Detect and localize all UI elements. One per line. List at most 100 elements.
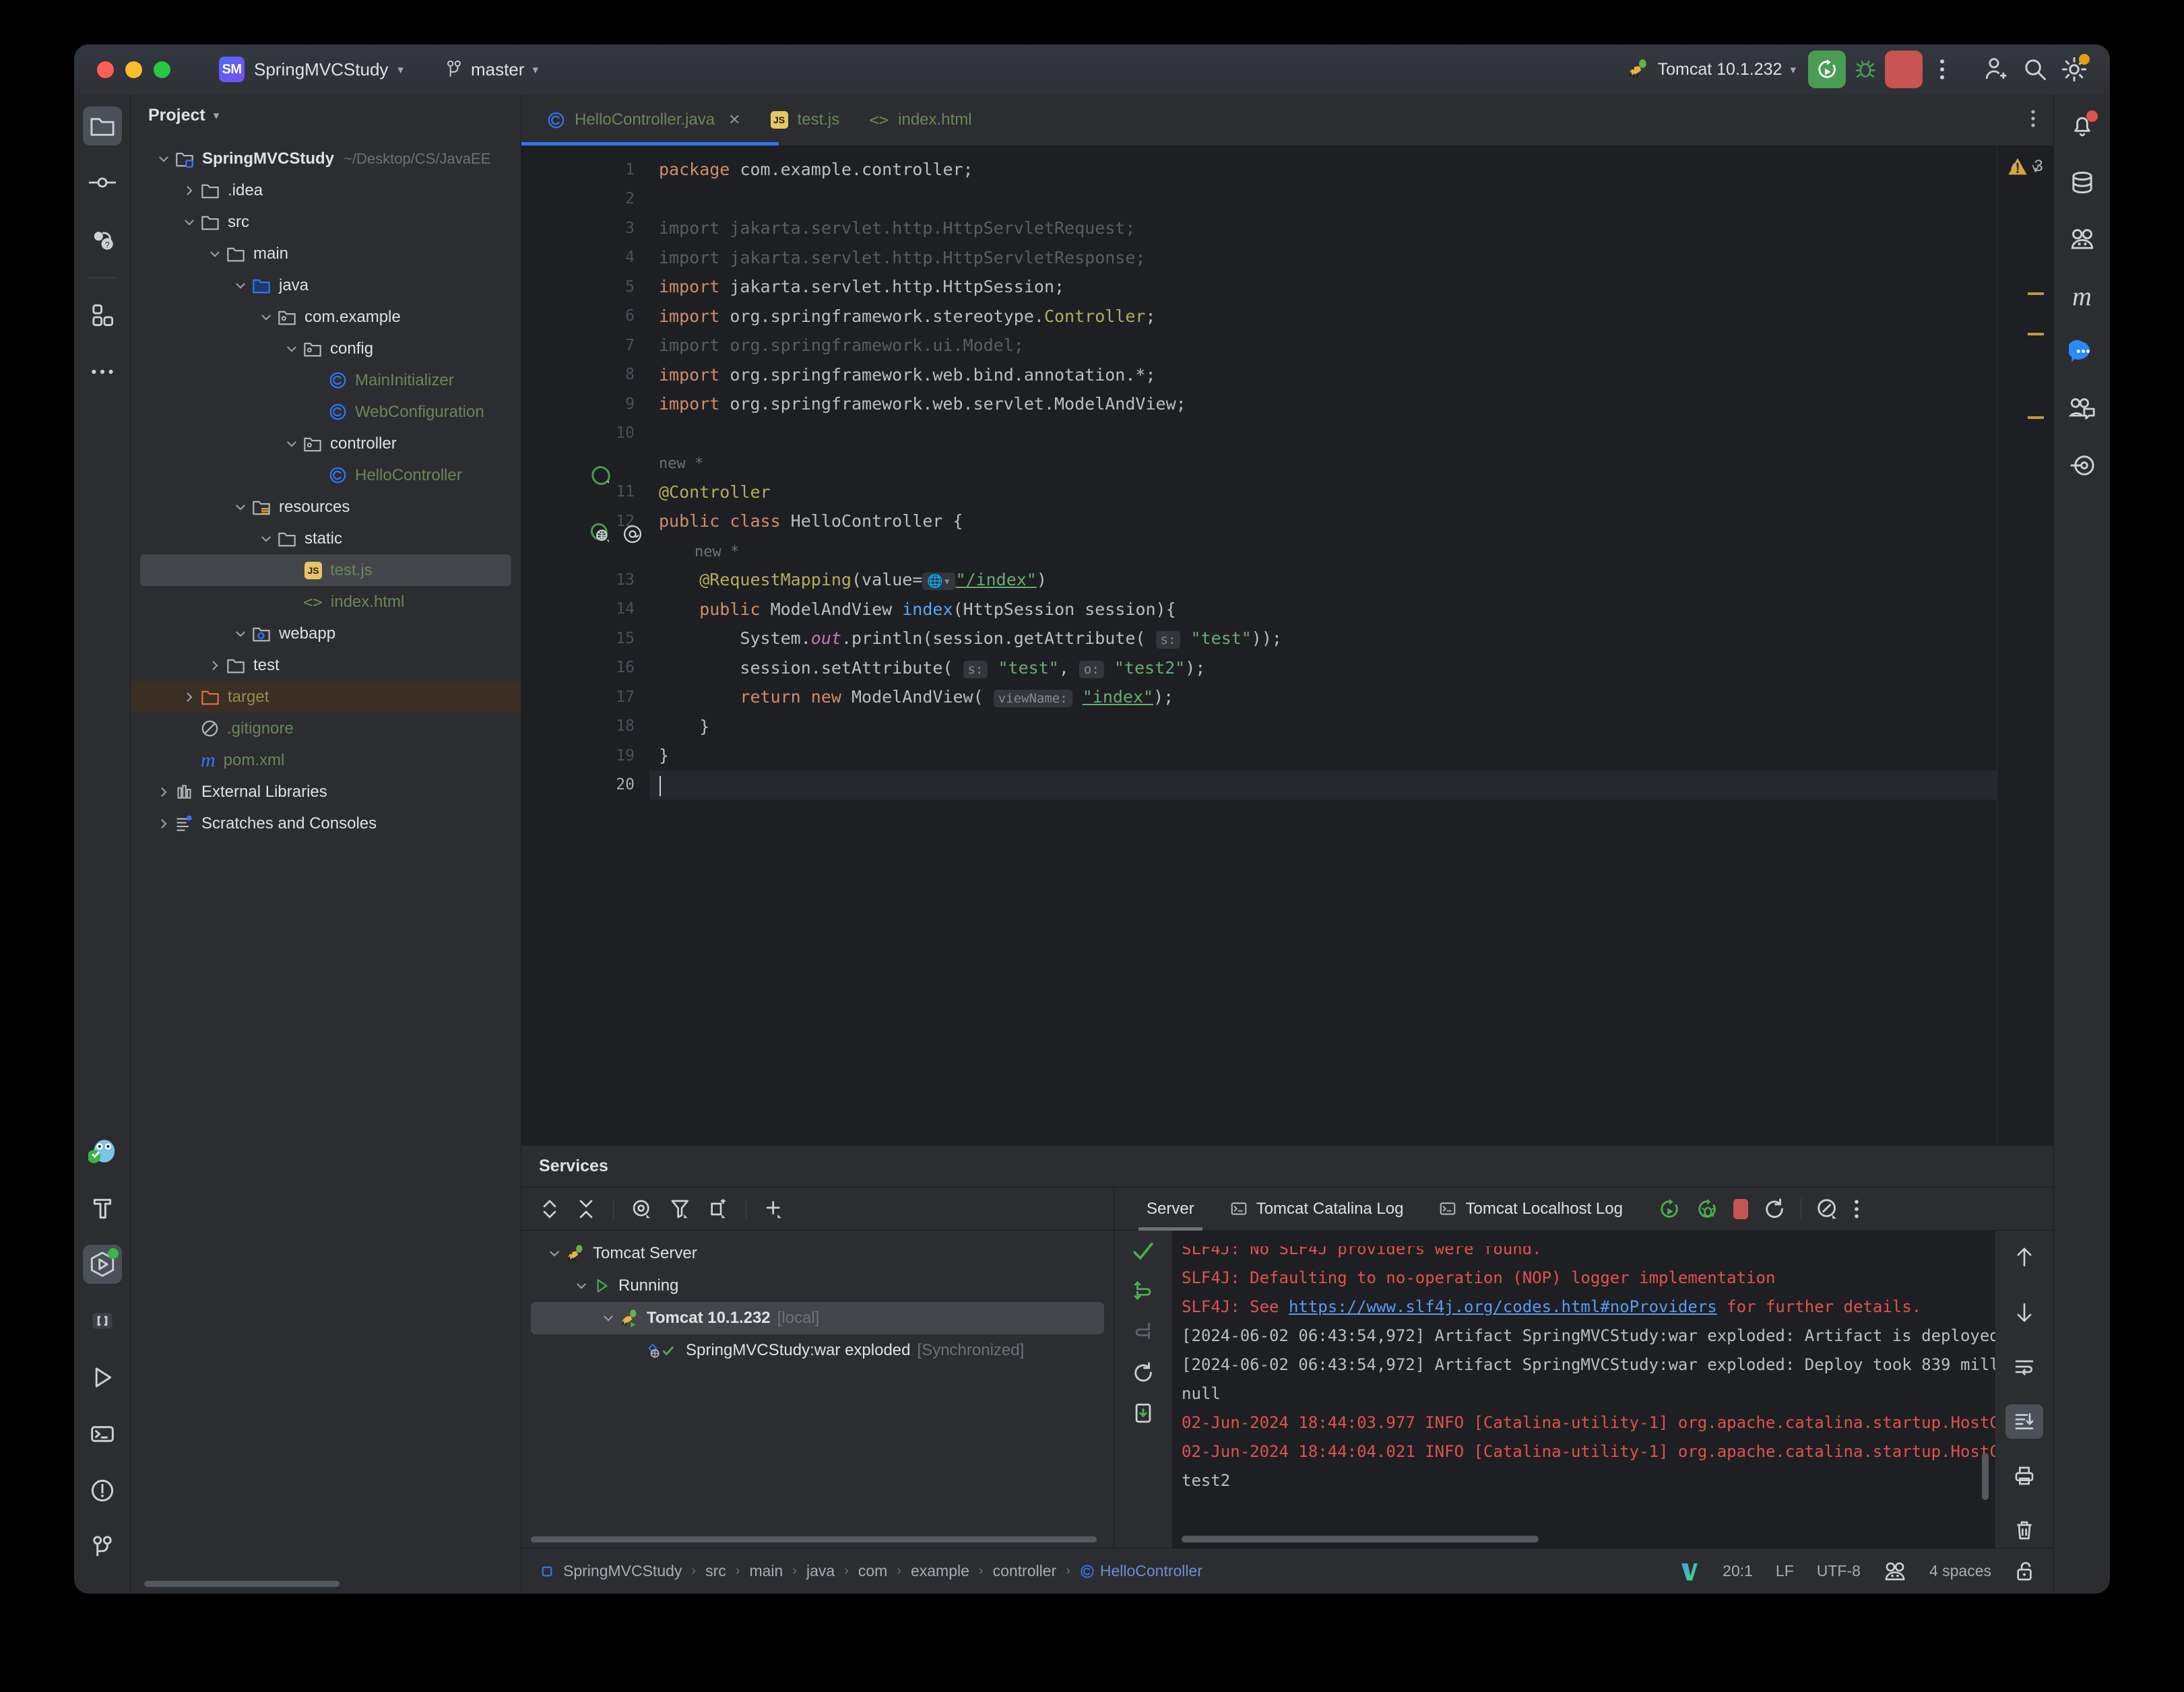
tree-row-com-example[interactable]: com.example	[131, 301, 521, 333]
tree-row-pom-xml[interactable]: mpom.xml	[131, 744, 521, 776]
services-horizontal-scrollbar[interactable]	[531, 1536, 1097, 1542]
chevron-down-icon[interactable]	[548, 1247, 561, 1260]
more-actions-button[interactable]	[1923, 50, 1962, 89]
editor-tab-bar[interactable]: HelloController.java✕JStest.js<>index.ht…	[521, 94, 2053, 145]
chevron-down-icon[interactable]	[234, 279, 247, 292]
gutter-line[interactable]	[521, 536, 649, 566]
sidebar-item-messages[interactable]	[2063, 333, 2102, 372]
chevron-down-icon[interactable]: ▾	[214, 110, 220, 121]
gutter-line[interactable]: 5	[521, 272, 649, 302]
sidebar-item-pull-requests[interactable]: ?	[83, 220, 122, 259]
dump-icon[interactable]	[1132, 1402, 1155, 1425]
code-line[interactable]: import org.springframework.web.servlet.M…	[649, 389, 1997, 419]
minimize-window-button[interactable]	[125, 61, 142, 78]
search-everywhere-button[interactable]	[2016, 50, 2055, 89]
tree-row-test-js[interactable]: JStest.js	[140, 554, 511, 586]
bot-icon[interactable]	[1884, 1561, 1906, 1582]
inspection-strip[interactable]: 3 ^ ˅	[1997, 145, 2053, 1145]
debug-button[interactable]	[1846, 50, 1885, 89]
breadcrumb-item[interactable]: SpringMVCStudy	[563, 1562, 682, 1580]
tree-row-hellocontroller[interactable]: HelloController	[131, 459, 521, 491]
code-line[interactable]: import jakarta.servlet.http.HttpSession;	[649, 272, 1997, 302]
redeploy-icon[interactable]	[1763, 1198, 1786, 1221]
project-tree[interactable]: SpringMVCStudy~/Desktop/CS/JavaEE.ideasr…	[131, 136, 521, 1594]
tab-hellocontroller-java[interactable]: HelloController.java✕	[532, 94, 756, 145]
collapse-all-icon[interactable]	[577, 1198, 596, 1220]
code-line[interactable]: }	[649, 712, 1997, 742]
inspection-marker[interactable]	[2028, 333, 2044, 335]
console-output[interactable]: SLF4J: No SLF4J providers were found.SLF…	[1172, 1231, 1995, 1548]
soft-wrap-button[interactable]	[2005, 1349, 2043, 1384]
gutter-line[interactable]: 4	[521, 243, 649, 273]
services-tree[interactable]: Tomcat ServerRunningTomcat 10.1.232[loca…	[521, 1231, 1114, 1548]
sidebar-item-ai-assistant[interactable]	[83, 1132, 122, 1171]
tree-row-springmvcstudy[interactable]: SpringMVCStudy~/Desktop/CS/JavaEE	[131, 143, 521, 174]
code-line[interactable]: import jakarta.servlet.http.HttpServletR…	[649, 243, 1997, 273]
sidebar-item-project[interactable]	[83, 106, 122, 145]
chevron-right-icon[interactable]	[208, 659, 222, 672]
project-panel-header[interactable]: Project ▾	[131, 94, 521, 136]
chevron-down-icon[interactable]	[183, 216, 196, 229]
tree-expander[interactable]	[543, 1247, 566, 1260]
next-problem-button[interactable]: ˅	[2031, 160, 2040, 178]
sidebar-item-endpoints[interactable]	[2063, 446, 2102, 485]
console-tab-bar[interactable]: ServerTomcat Catalina LogTomcat Localhos…	[1114, 1187, 2053, 1231]
sidebar-item-terminal[interactable]	[83, 1414, 122, 1454]
sidebar-item-commit[interactable]	[83, 163, 122, 202]
chevron-right-icon[interactable]	[157, 817, 170, 831]
clear-all-button[interactable]	[2005, 1514, 2043, 1548]
chevron-down-icon[interactable]	[157, 152, 170, 166]
tree-expander[interactable]	[152, 785, 175, 799]
gutter-line[interactable]: 17	[521, 682, 649, 712]
ellipsis-vertical-icon[interactable]	[1854, 1198, 1859, 1220]
settings-button[interactable]	[2055, 50, 2094, 89]
services-toolbar[interactable]	[521, 1187, 1114, 1231]
plus-icon[interactable]	[764, 1198, 784, 1220]
tree-row-maininitializer[interactable]: MainInitializer	[131, 364, 521, 396]
console-left-rail[interactable]	[1114, 1231, 1172, 1548]
breadcrumb-item[interactable]: controller	[993, 1562, 1057, 1580]
tree-expander[interactable]	[203, 659, 226, 672]
group-icon[interactable]	[708, 1198, 728, 1220]
chevron-down-icon[interactable]	[602, 1311, 615, 1325]
globe-icon[interactable]: 🌐▾	[922, 573, 955, 590]
chevron-down-icon[interactable]	[285, 437, 298, 451]
sidebar-item-version-control[interactable]	[83, 1528, 122, 1567]
tree-expander[interactable]	[255, 311, 278, 324]
tree-row-target[interactable]: target	[131, 681, 521, 713]
service-row-springmvcstudy-war-exploded[interactable]: SpringMVCStudy:war exploded[Synchronized…	[521, 1334, 1114, 1367]
gutter-line[interactable]: 3	[521, 214, 649, 243]
tree-row-config[interactable]: config	[131, 333, 521, 364]
breadcrumb-item[interactable]: java	[806, 1562, 835, 1580]
code-line[interactable]: import org.springframework.stereotype.Co…	[649, 302, 1997, 331]
code-line[interactable]: }	[649, 741, 1997, 771]
code-line[interactable]: import org.springframework.web.bind.anno…	[649, 360, 1997, 390]
console-vertical-scrollbar[interactable]	[1982, 1453, 1989, 1500]
console-right-rail[interactable]	[1995, 1231, 2053, 1548]
code-line[interactable]: import org.springframework.ui.Model;	[649, 331, 1997, 360]
eye-icon[interactable]	[631, 1198, 653, 1220]
scroll-to-end-button[interactable]	[2005, 1404, 2043, 1439]
gutter-line[interactable]: 15	[521, 624, 649, 653]
breadcrumb[interactable]: SpringMVCStudy›src›main›java›com›example…	[540, 1562, 1202, 1580]
chevron-down-icon[interactable]	[575, 1279, 588, 1293]
breadcrumb-item[interactable]: main	[749, 1562, 783, 1580]
chevron-right-icon[interactable]	[183, 690, 196, 704]
stop-icon[interactable]	[1733, 1199, 1748, 1219]
tree-expander[interactable]	[203, 247, 226, 261]
tree-row-src[interactable]: src	[131, 206, 521, 238]
string-link[interactable]: "index"	[1083, 687, 1153, 707]
sidebar-item-maven[interactable]: m	[2063, 276, 2102, 315]
sidebar-item-notifications-problems[interactable]	[83, 1471, 122, 1510]
filter-icon[interactable]	[670, 1198, 690, 1220]
project-horizontal-scrollbar[interactable]	[144, 1581, 340, 1587]
tree-row-webapp[interactable]: webapp	[131, 618, 521, 649]
tree-row-test[interactable]: test	[131, 649, 521, 681]
console-up-button[interactable]	[2005, 1240, 2043, 1274]
gutter-line[interactable]: 1	[521, 155, 649, 185]
gutter-line[interactable]: 18	[521, 712, 649, 742]
code-line[interactable]	[649, 771, 1997, 800]
sidebar-item-notifications[interactable]	[2063, 106, 2102, 145]
gutter-line[interactable]: 20	[521, 771, 649, 800]
sidebar-item-more-tool-windows[interactable]	[83, 352, 122, 391]
